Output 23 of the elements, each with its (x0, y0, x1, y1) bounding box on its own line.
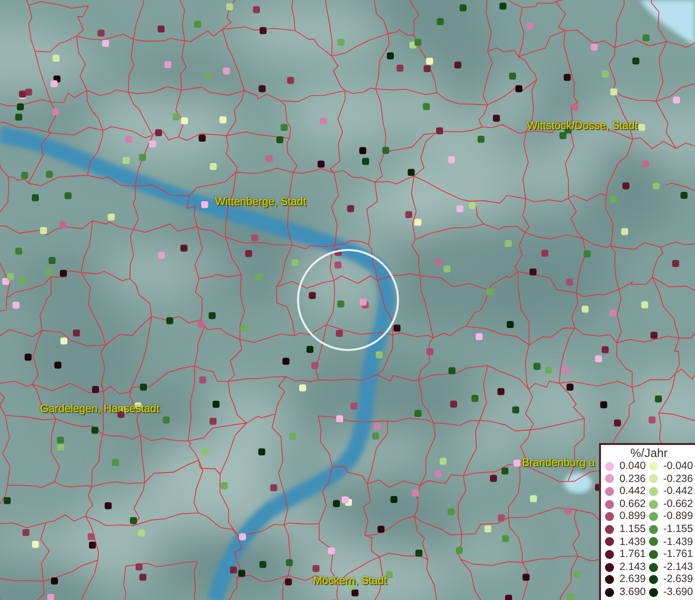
legend-value: -0.040 (662, 460, 693, 473)
legend-value: -0.899 (662, 510, 693, 523)
legend-value: 0.236 (618, 472, 646, 486)
legend-value: -0.662 (662, 498, 693, 510)
legend-value: 0.040 (618, 460, 646, 473)
legend-value: 1.439 (618, 536, 646, 548)
legend-value: -2.143 (662, 560, 693, 574)
legend-value: -3.690 (662, 586, 693, 599)
legend-value: -0.442 (662, 485, 693, 498)
legend-value: 0.899 (618, 510, 646, 523)
legend-value: 1.155 (618, 522, 646, 536)
legend-value: 3.690 (618, 586, 646, 599)
legend-value: -1.155 (662, 522, 693, 536)
legend-value: -1.439 (662, 536, 693, 548)
legend-value: 2.639 (618, 573, 646, 586)
legend-value: -1.761 (662, 548, 693, 561)
legend-value: 2.143 (618, 560, 646, 574)
legend-value: -2.639 (662, 573, 693, 586)
legend-title: %/Jahr (629, 446, 669, 460)
legend-value: 0.442 (618, 485, 646, 498)
legend-value: -0.236 (662, 472, 693, 486)
legend-value: 0.662 (618, 498, 646, 510)
legend-value: 1.761 (618, 548, 646, 561)
